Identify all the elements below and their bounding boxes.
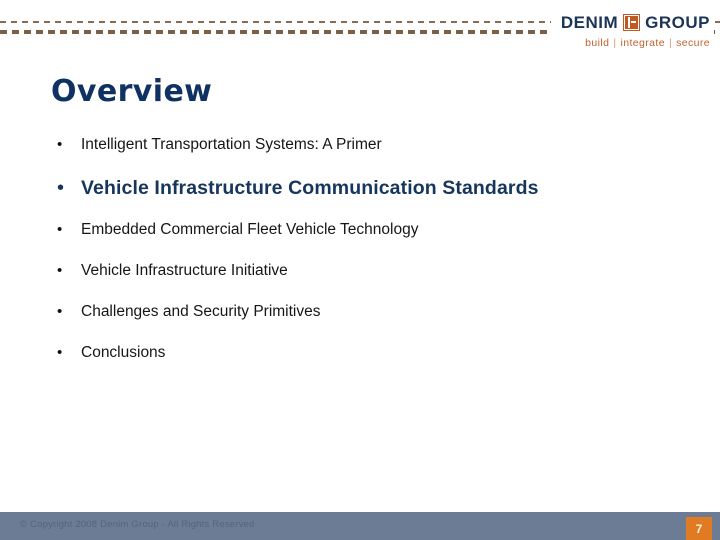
bullet-marker-icon: • [57, 177, 65, 199]
denim-group-logo: DENIM GROUP build | integrate | secure [550, 12, 714, 50]
list-item-label: Challenges and Security Primitives [81, 303, 321, 320]
logo-word-denim: DENIM [560, 13, 619, 32]
list-item-label: Embedded Commercial Fleet Vehicle Techno… [81, 221, 419, 238]
overview-bullet-list: • Intelligent Transportation Systems: A … [51, 136, 680, 385]
list-item-label: Vehicle Infrastructure Communication Sta… [81, 177, 539, 199]
tagline-separator-2: | [668, 37, 673, 49]
bullet-marker-icon: • [57, 262, 63, 279]
list-item: • Challenges and Security Primitives [51, 303, 680, 344]
bullet-marker-icon: • [57, 221, 63, 238]
list-item: • Intelligent Transportation Systems: A … [51, 136, 680, 177]
dg-monogram-icon [623, 14, 641, 31]
copyright-text: © Copyright 2008 Denim Group - All Right… [20, 519, 255, 530]
list-item-label: Intelligent Transportation Systems: A Pr… [81, 136, 382, 153]
logo-tagline: build | integrate | secure [561, 38, 710, 49]
list-item: • Vehicle Infrastructure Communication S… [51, 177, 680, 221]
page-number-badge: 7 [686, 517, 712, 540]
tagline-separator-1: | [613, 37, 617, 49]
list-item: • Conclusions [51, 344, 680, 385]
page-title: Overview [51, 74, 213, 109]
list-item-label: Conclusions [81, 344, 166, 361]
slide-footer: © Copyright 2008 Denim Group - All Right… [0, 512, 720, 540]
tagline-integrate: integrate [620, 37, 665, 49]
bullet-marker-icon: • [57, 303, 63, 320]
bullet-marker-icon: • [57, 344, 63, 361]
bullet-marker-icon: • [57, 136, 63, 153]
slide-canvas: DENIM GROUP build | integrate | secure Overv… [0, 0, 720, 540]
logo-wordmark: DENIM GROUP [561, 14, 710, 31]
tagline-build: build [585, 37, 610, 49]
logo-word-group: GROUP [645, 13, 710, 32]
tagline-secure: secure [676, 37, 710, 49]
list-item: • Vehicle Infrastructure Initiative [51, 262, 680, 303]
list-item-label: Vehicle Infrastructure Initiative [81, 262, 288, 279]
list-item: • Embedded Commercial Fleet Vehicle Tech… [51, 221, 680, 262]
